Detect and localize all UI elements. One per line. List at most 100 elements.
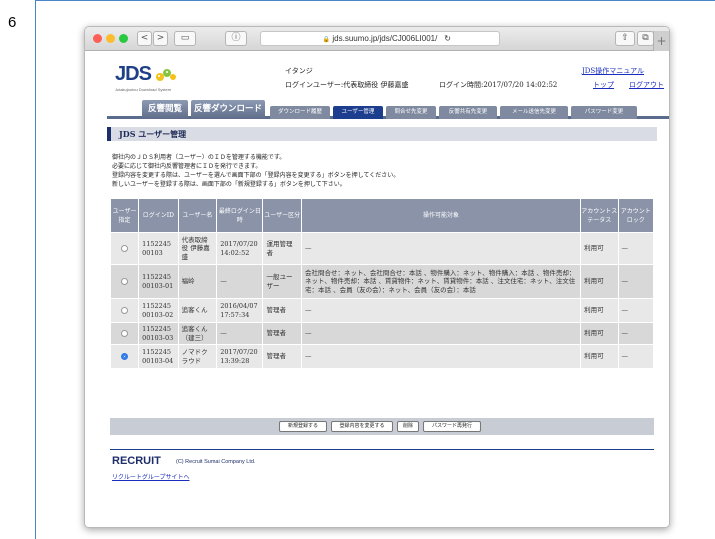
- new-tab-icon[interactable]: +: [653, 31, 669, 51]
- back-button[interactable]: <: [137, 31, 152, 46]
- table-row[interactable]: 1152245 00103-02 追客くん 2016/04/07 17:57:34 管…: [109, 298, 655, 323]
- login-time: ログイン時間:2017/07/20 14:02:52: [439, 81, 558, 89]
- account-lock-cell: —: [617, 344, 655, 369]
- recruit-logo: RECRUIT: [112, 455, 161, 467]
- forward-button[interactable]: >: [153, 31, 168, 46]
- last-login-cell: 2017/07/20 14:02:52: [216, 232, 264, 265]
- description-line-1: 御社内のＪＤＳ利用者（ユーザー）のＩＤを管理する機能です。: [112, 154, 286, 161]
- user-name-cell: 追客くん: [177, 298, 218, 323]
- login-id-cell: 1152245 00103: [138, 232, 179, 265]
- user-select-radio[interactable]: [121, 330, 129, 337]
- user-select-radio[interactable]: [121, 307, 129, 314]
- account-status-cell: 利用可: [580, 264, 619, 299]
- scope-cell: —: [300, 232, 582, 265]
- table-row[interactable]: 1152245 00103 代表取締役 伊藤嘉盛 2017/07/20 14:02:…: [109, 232, 655, 265]
- table-row[interactable]: 1152245 00103-03 追客くん（建三） — 管理者 — 利用可 —: [109, 322, 655, 345]
- user-name-cell: 代表取締役 伊藤嘉盛: [177, 232, 218, 265]
- tab-mail-change[interactable]: メール送信先変更: [500, 106, 568, 119]
- url-text: jds.suumo.jp/jds/CJ006LI001/: [332, 34, 438, 43]
- table-row[interactable]: 1152245 00103-01 福岭 — 一般ユーザー 会社問合せ：ネット、会社問合せ…: [109, 264, 655, 299]
- col-scope: 操作可能対象: [300, 198, 582, 233]
- login-id-cell: 1152245 00103-03: [138, 322, 179, 345]
- user-type-cell: 管理者: [262, 344, 302, 369]
- user-select-cell: [109, 264, 140, 299]
- last-login-cell: 2017/07/20 13:39:28: [216, 344, 264, 369]
- minimize-window-icon[interactable]: [106, 34, 115, 43]
- table-header-row: ユーザー指定 ログインID ユーザー名 最終ログイン日時 ユーザー区分 操作可能…: [109, 198, 655, 233]
- user-select-radio[interactable]: [121, 245, 129, 252]
- user-table: ユーザー指定 ログインID ユーザー名 最終ログイン日時 ユーザー区分 操作可能…: [109, 198, 655, 369]
- tab-hankyo-view[interactable]: 反響閲覧: [142, 100, 188, 119]
- scope-cell: —: [300, 344, 582, 369]
- step-column: 6: [0, 0, 36, 539]
- account-lock-cell: —: [617, 232, 655, 265]
- last-login-cell: —: [216, 264, 264, 299]
- url-bar[interactable]: 🔒 jds.suumo.jp/jds/CJ006LI001/ ↻: [260, 31, 500, 46]
- login-id-cell: 1152245 00103-02: [138, 298, 179, 323]
- scope-cell: —: [300, 322, 582, 345]
- tab-download-history[interactable]: ダウンロード履歴: [270, 106, 330, 119]
- section-title: JDS ユーザー管理: [107, 127, 657, 141]
- info-icon[interactable]: ⓘ: [225, 31, 247, 46]
- login-id-cell: 1152245 00103-01: [138, 264, 179, 299]
- user-select-cell: [109, 322, 140, 345]
- new-register-button[interactable]: 新規登録する: [279, 421, 327, 432]
- account-status-cell: 利用可: [580, 298, 619, 323]
- login-id-cell: 1152245 00103-04: [138, 344, 179, 369]
- browser-titlebar: < > ▭ ⓘ 🔒 jds.suumo.jp/jds/CJ006LI001/ ↻…: [85, 27, 669, 51]
- account-lock-cell: —: [617, 322, 655, 345]
- company-name: イタンジ: [285, 67, 313, 75]
- user-type-cell: 管理者: [262, 298, 302, 323]
- sidebar-icon[interactable]: ▭: [174, 31, 196, 46]
- user-name-cell: 追客くん（建三）: [177, 322, 218, 345]
- document-frame: 6 < > ▭ ⓘ 🔒 jds.suumo.jp/jds/CJ006LI001/…: [0, 0, 715, 539]
- description-line-4: 新しいユーザーを登録する際は、画面下部の「新規登録する」ボタンを押して下さい。: [112, 181, 346, 188]
- account-lock-cell: —: [617, 264, 655, 299]
- tab-password-change[interactable]: パスワード変更: [571, 106, 637, 119]
- user-name-cell: 福岭: [177, 264, 218, 299]
- share-icon[interactable]: ⇧: [615, 31, 635, 46]
- logo-subtitle: Jutakujoutou Download System: [115, 87, 172, 92]
- manual-link[interactable]: JDS操作マニュアル: [582, 66, 644, 76]
- tab-contact-change[interactable]: 問合せ先変更: [386, 106, 436, 119]
- col-user-type: ユーザー区分: [262, 198, 302, 233]
- account-status-cell: 利用可: [580, 344, 619, 369]
- tab-share-change[interactable]: 反響共有先変更: [439, 106, 497, 119]
- description-line-3: 登録内容を変更する際は、ユーザーを選んで画面下部の「登録内容を変更する」ボタンを…: [112, 172, 400, 179]
- close-window-icon[interactable]: [93, 34, 102, 43]
- recruit-group-link[interactable]: リクルートグループサイトへ: [112, 472, 189, 481]
- reload-icon[interactable]: ↻: [444, 32, 451, 45]
- user-type-cell: 管理者: [262, 322, 302, 345]
- user-name-cell: ノマドクラウド: [177, 344, 218, 369]
- logout-link[interactable]: ログアウト: [629, 80, 664, 90]
- password-reissue-button[interactable]: パスワード再発行: [423, 421, 481, 432]
- jds-logo[interactable]: JDS: [115, 63, 152, 86]
- tab-hankyo-download[interactable]: 反響ダウンロード: [191, 100, 265, 119]
- user-select-radio[interactable]: [121, 278, 129, 285]
- table-row[interactable]: 1152245 00103-04 ノマドクラウド 2017/07/20 13:39:…: [109, 344, 655, 369]
- user-select-radio[interactable]: [121, 353, 129, 360]
- main-navigation: 反響閲覧 反響ダウンロード ダウンロード履歴 ユーザー管理 問合せ先変更 反響共…: [107, 97, 669, 119]
- tabs-icon[interactable]: ⧉: [637, 31, 654, 46]
- col-account-status: アカウントステータス: [580, 198, 619, 233]
- col-last-login: 最終ログイン日時: [216, 198, 264, 233]
- col-user-name: ユーザー名: [177, 198, 218, 233]
- step-number: 6: [8, 14, 17, 31]
- description-line-2: 必要に応じて御社内反響管理者にＩＤを発行できます。: [112, 163, 262, 170]
- user-select-cell: [109, 298, 140, 323]
- change-register-button[interactable]: 登録内容を変更する: [331, 421, 393, 432]
- user-type-cell: 運用管理者: [262, 232, 302, 265]
- copyright-text: (C) Recruit Sumai Company Ltd.: [176, 459, 256, 465]
- lock-icon: 🔒: [322, 37, 331, 43]
- top-rule: [36, 0, 715, 1]
- maximize-window-icon[interactable]: [119, 34, 128, 43]
- login-user: ログインユーザー:代表取締役 伊藤嘉盛: [285, 81, 409, 89]
- tab-user-management[interactable]: ユーザー管理: [333, 106, 383, 119]
- scope-cell: 会社問合せ：ネット、会社問合せ：本話 、物件購入：ネット、物件購入：本話 、物件…: [300, 264, 582, 299]
- user-select-cell: [109, 232, 140, 265]
- top-link[interactable]: トップ: [593, 80, 614, 90]
- col-login-id: ログインID: [138, 198, 179, 233]
- col-user-select: ユーザー指定: [109, 198, 140, 233]
- delete-button[interactable]: 削除: [397, 421, 419, 432]
- account-lock-cell: —: [617, 298, 655, 323]
